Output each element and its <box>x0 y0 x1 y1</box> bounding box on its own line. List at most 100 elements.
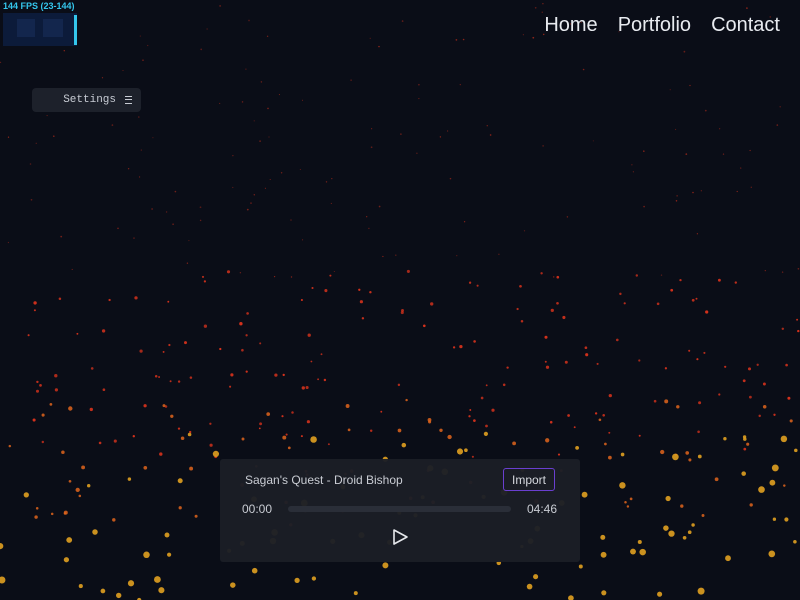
particle <box>41 440 45 444</box>
particle <box>311 576 317 581</box>
particle <box>459 83 461 86</box>
particle <box>566 216 569 218</box>
particle <box>63 510 68 515</box>
particle <box>245 68 247 70</box>
particle <box>331 177 333 180</box>
particle <box>456 255 458 257</box>
nav-contact-link[interactable]: Contact <box>711 13 780 37</box>
particle <box>259 342 262 345</box>
particle <box>58 297 62 301</box>
particle <box>638 359 641 362</box>
particle <box>635 274 639 277</box>
particle <box>734 281 737 284</box>
particle <box>736 190 738 193</box>
progress-bar[interactable] <box>288 506 511 512</box>
particle <box>154 576 161 583</box>
particle <box>250 202 252 204</box>
particle <box>188 240 190 242</box>
particle <box>676 405 680 409</box>
particle <box>132 435 135 438</box>
import-button[interactable]: Import <box>503 468 555 491</box>
particle <box>63 557 70 563</box>
nav-home-link[interactable]: Home <box>544 13 597 37</box>
particle <box>395 254 397 256</box>
particle <box>468 415 471 418</box>
particle <box>629 497 633 501</box>
particle <box>523 230 526 232</box>
particle <box>469 409 472 411</box>
particle <box>361 317 365 320</box>
particle <box>783 484 786 487</box>
particle <box>143 465 148 470</box>
particle <box>594 412 598 415</box>
particle <box>473 340 476 343</box>
particle <box>266 35 269 37</box>
particle <box>0 543 4 550</box>
particle <box>582 68 585 71</box>
particle <box>246 312 249 315</box>
particle <box>643 205 645 208</box>
particle <box>664 399 669 404</box>
play-icon[interactable] <box>390 527 410 547</box>
particle <box>601 590 607 596</box>
particle <box>239 322 243 326</box>
particle <box>768 550 776 558</box>
particle <box>439 428 443 432</box>
current-time: 00:00 <box>242 502 273 516</box>
particle <box>317 378 319 381</box>
particle <box>158 587 165 594</box>
particle <box>369 290 372 294</box>
particle <box>259 140 261 142</box>
particle <box>370 146 373 149</box>
particle <box>68 406 73 411</box>
particle <box>139 176 141 178</box>
particle <box>602 414 605 417</box>
particle <box>653 399 657 403</box>
particle <box>776 124 779 126</box>
particle <box>78 584 83 589</box>
particle <box>311 286 314 290</box>
particle <box>476 284 479 287</box>
particle <box>463 221 466 223</box>
particle <box>378 205 381 208</box>
particle <box>740 167 742 169</box>
nav-portfolio-link[interactable]: Portfolio <box>618 13 691 37</box>
particle <box>676 195 678 197</box>
particle <box>446 130 449 132</box>
particle <box>143 551 150 559</box>
particle <box>600 534 606 540</box>
particle <box>345 404 350 408</box>
particle <box>369 429 373 432</box>
particle <box>186 262 189 264</box>
particle <box>557 453 561 456</box>
particle <box>428 420 432 424</box>
particle <box>447 434 452 440</box>
particle <box>696 233 699 235</box>
particle <box>619 482 626 489</box>
particle <box>165 211 168 213</box>
settings-button[interactable]: Settings <box>32 88 141 112</box>
particle <box>177 380 181 383</box>
particle <box>585 353 589 357</box>
particle <box>162 350 165 353</box>
main-nav: Home Portfolio Contact <box>544 13 780 37</box>
particle <box>746 7 748 9</box>
particle <box>549 420 553 424</box>
particle <box>122 69 124 72</box>
particle <box>307 333 311 337</box>
particle <box>206 28 208 30</box>
particle <box>620 452 625 457</box>
particle <box>705 310 709 314</box>
particle <box>532 36 535 39</box>
particle <box>370 128 373 130</box>
particle <box>0 576 6 584</box>
particle <box>624 501 627 504</box>
particle <box>697 430 700 434</box>
particle <box>147 44 149 47</box>
particle <box>199 206 202 209</box>
particle <box>564 360 568 364</box>
particle <box>330 202 332 204</box>
particle <box>229 385 232 388</box>
particle <box>241 348 244 352</box>
fps-meter: 144 FPS (23-144) <box>0 0 80 48</box>
